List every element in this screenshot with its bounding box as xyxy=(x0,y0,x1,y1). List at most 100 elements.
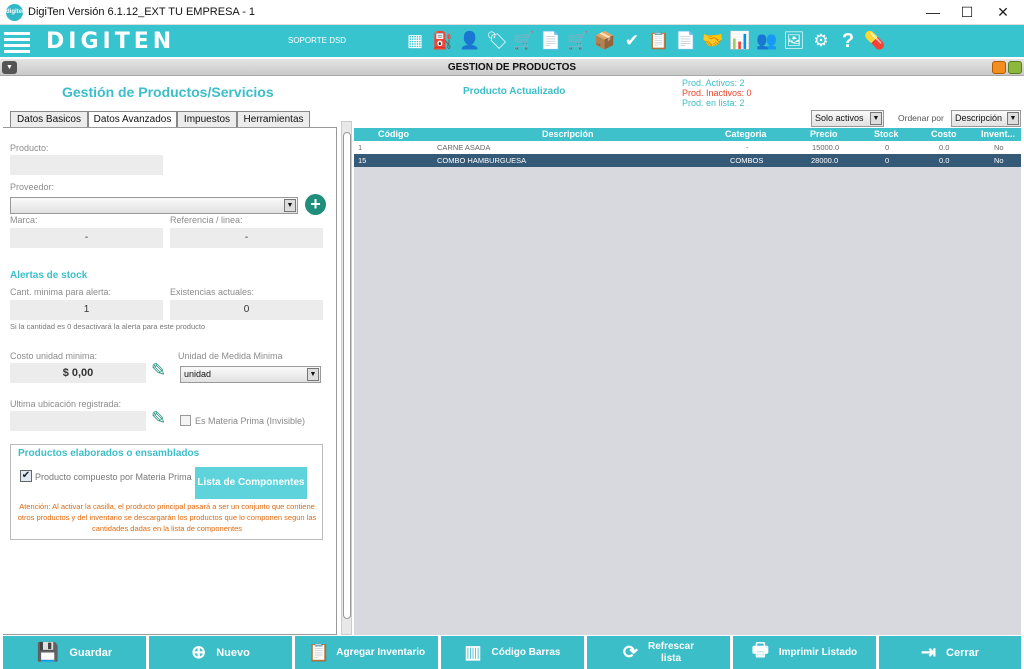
refrescar-button[interactable]: ⟳ Refrescar lista xyxy=(587,636,730,669)
agregar-inventario-button[interactable]: 📋 Agregar Inventario xyxy=(295,636,438,669)
listed-count: Prod. en lista: 2 xyxy=(682,98,745,108)
lista-componentes-button[interactable]: Lista de Componentes xyxy=(195,467,307,499)
exit-icon: ⇥ xyxy=(920,642,937,662)
codigo-barras-label: Código Barras xyxy=(491,647,561,658)
toolbar-icon-11[interactable]: 📄 xyxy=(675,30,697,52)
toolbar-icon-10[interactable]: 📋 xyxy=(648,30,670,52)
costo-field[interactable]: $ 0,00 xyxy=(10,363,146,383)
toolbar-icon-8[interactable]: 📦 xyxy=(594,30,616,52)
order-select[interactable]: Descripción ▼ xyxy=(951,110,1021,127)
toolbar-icon-9[interactable]: ✔ xyxy=(621,30,643,52)
existencias-field[interactable]: 0 xyxy=(170,300,323,320)
cant-minima-field[interactable]: 1 xyxy=(10,300,163,320)
refrescar-label-1: Refrescar xyxy=(647,640,695,652)
imprimir-button[interactable]: 🖶 Imprimir Listado xyxy=(733,636,876,669)
gear-icon[interactable]: ⚙ xyxy=(810,30,832,52)
referencia-field[interactable]: - xyxy=(170,228,323,248)
close-window-button[interactable]: ✕ xyxy=(986,0,1020,25)
nuevo-label: Nuevo xyxy=(216,646,250,659)
cell-codigo: 1 xyxy=(358,143,363,152)
codigo-barras-button[interactable]: ▥ Código Barras xyxy=(441,636,584,669)
toolbar-icon-13[interactable]: 📊 xyxy=(729,30,751,52)
minimize-button[interactable]: — xyxy=(916,0,950,25)
pill-icon[interactable]: 💊 xyxy=(864,30,886,52)
ubicacion-field[interactable] xyxy=(10,411,146,431)
cell-descripcion: CARNE ASADA xyxy=(437,143,491,152)
toolbar-icon-4[interactable]: 🏷 xyxy=(486,30,508,52)
chevron-down-icon: ▼ xyxy=(284,199,296,212)
guardar-button[interactable]: 💾 Guardar xyxy=(3,636,146,669)
col-precio[interactable]: Precio xyxy=(810,129,838,139)
toolbar-icon-6[interactable]: 📄 xyxy=(540,30,562,52)
scrollbar-thumb[interactable] xyxy=(343,132,351,619)
add-proveedor-icon[interactable]: + xyxy=(305,194,326,215)
guardar-label: Guardar xyxy=(69,646,113,659)
page-title: Gestión de Productos/Servicios xyxy=(62,84,274,100)
toolbar-icon-14[interactable]: 👥 xyxy=(756,30,778,52)
unidad-select[interactable]: unidad ▼ xyxy=(180,366,321,383)
tab-datos-basicos[interactable]: Datos Basicos xyxy=(10,111,88,128)
status-message: Producto Actualizado xyxy=(463,86,566,97)
toolbar-icon-5[interactable]: 🛒 xyxy=(513,30,535,52)
imprimir-label: Imprimir Listado xyxy=(778,647,858,658)
tab-datos-avanzados[interactable]: Datos Avanzados xyxy=(88,111,177,128)
col-descripcion[interactable]: Descripción xyxy=(542,129,594,139)
toolbar-icon-2[interactable]: ⛽ xyxy=(432,30,454,52)
nuevo-button[interactable]: ⊕ Nuevo xyxy=(149,636,292,669)
plus-circle-icon: ⊕ xyxy=(191,642,207,662)
toolbar-icon-7[interactable]: 🛒 xyxy=(567,30,589,52)
marca-field[interactable]: - xyxy=(10,228,163,248)
app-logo-icon: digiten xyxy=(6,4,26,21)
maximize-module-button[interactable] xyxy=(1008,61,1022,74)
toolbar-icon-3[interactable]: 👤 xyxy=(459,30,481,52)
chevron-down-icon: ▼ xyxy=(1007,112,1019,125)
active-filter-value: Solo activos xyxy=(815,113,864,123)
products-grid[interactable] xyxy=(354,128,1021,635)
window-titlebar: digiten DigiTen Versión 6.1.12_EXT TU EM… xyxy=(0,0,1024,25)
help-icon[interactable]: ? xyxy=(837,30,859,52)
table-row[interactable]: 1 CARNE ASADA - 15000.0 0 0.0 No xyxy=(354,141,1021,154)
table-row-selected[interactable]: 15 COMBO HAMBURGUESA COMBOS 28000.0 0 0.… xyxy=(354,154,1021,167)
inactive-count: Prod. Inactivos: 0 xyxy=(682,88,752,98)
order-value: Descripción xyxy=(955,113,1003,123)
col-inventario[interactable]: Invent... xyxy=(981,129,1015,139)
edit-ubicacion-icon[interactable]: ✎ xyxy=(151,408,173,432)
cell-inventario: No xyxy=(994,156,1004,165)
support-label: SOPORTE DSD xyxy=(288,36,347,45)
window-title: DigiTen Versión 6.1.12_EXT TU EMPRESA - … xyxy=(28,6,256,18)
producto-field[interactable] xyxy=(10,155,163,175)
unidad-label: Unidad de Medida Minima xyxy=(178,351,283,361)
cerrar-button[interactable]: ⇥ Cerrar xyxy=(879,636,1021,669)
edit-costo-icon[interactable]: ✎ xyxy=(151,360,173,384)
proveedor-select[interactable]: ▼ xyxy=(10,197,298,214)
col-costo[interactable]: Costo xyxy=(931,129,957,139)
refresh-icon: ⟳ xyxy=(622,642,638,662)
col-stock[interactable]: Stock xyxy=(874,129,899,139)
hamburger-menu-icon[interactable] xyxy=(4,29,30,53)
cell-costo: 0.0 xyxy=(939,156,950,165)
toolbar-icon-12[interactable]: 🤝 xyxy=(702,30,724,52)
maximize-button[interactable]: ☐ xyxy=(950,0,984,25)
active-filter-select[interactable]: Solo activos ▼ xyxy=(811,110,884,127)
referencia-label: Referencia / linea: xyxy=(170,215,243,225)
col-codigo[interactable]: Código xyxy=(378,129,409,139)
toolbar-icon-1[interactable]: ▦ xyxy=(404,30,426,52)
alert-note: Si la cantidad es 0 desactivará la alert… xyxy=(10,322,206,331)
cell-categoria: COMBOS xyxy=(730,156,764,165)
tab-herramientas[interactable]: Herramientas xyxy=(237,111,310,128)
col-categoria[interactable]: Categoria xyxy=(725,129,767,139)
materia-prima-checkbox[interactable] xyxy=(180,415,191,426)
minimize-module-button[interactable] xyxy=(992,61,1006,74)
active-count: Prod. Activos: 2 xyxy=(682,78,745,88)
proveedor-label: Proveedor: xyxy=(10,182,55,192)
cell-stock: 0 xyxy=(885,156,890,165)
cell-costo: 0.0 xyxy=(939,143,950,152)
marca-label: Marca: xyxy=(10,215,38,225)
compuesto-checkbox[interactable]: ✔ xyxy=(20,470,32,482)
panel-scrollbar[interactable] xyxy=(341,121,352,635)
cell-precio: 15000.0 xyxy=(812,143,840,152)
alertas-title: Alertas de stock xyxy=(10,270,88,281)
unidad-value: unidad xyxy=(184,369,212,379)
toolbar-icon-15[interactable]: 🖼 xyxy=(783,30,805,52)
tab-impuestos[interactable]: Impuestos xyxy=(177,111,237,128)
